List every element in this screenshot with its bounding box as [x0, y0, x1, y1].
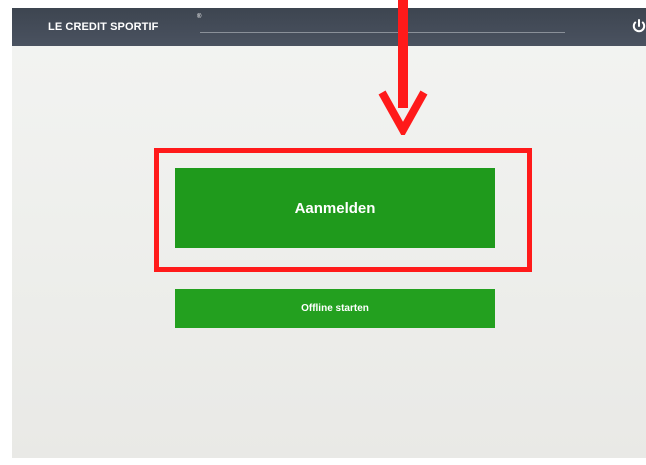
- registered-mark: ®: [197, 14, 202, 20]
- screen-photo: LE CREDIT SPORTIF ® Aanmelden Offline st…: [0, 0, 646, 465]
- highlight-box: [154, 148, 532, 272]
- power-icon[interactable]: [631, 18, 646, 34]
- arrow-down-icon: [378, 0, 428, 135]
- brand-logo-text: LE CREDIT SPORTIF: [48, 21, 159, 33]
- offline-start-button[interactable]: Offline starten: [175, 289, 495, 328]
